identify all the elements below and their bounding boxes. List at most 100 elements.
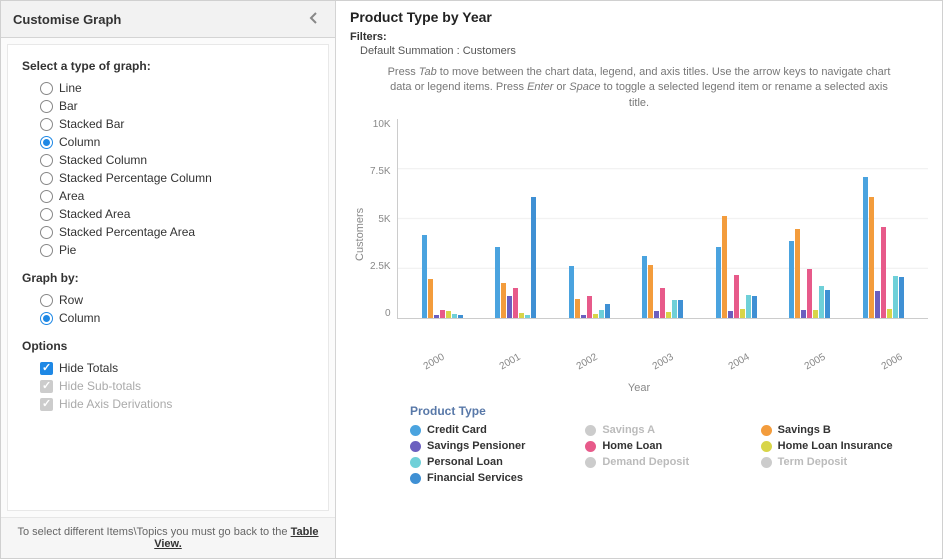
collapse-sidebar-button[interactable] [305,9,323,29]
bar[interactable] [605,304,610,318]
legend-title: Product Type [410,404,928,418]
bar[interactable] [801,310,806,318]
bar[interactable] [642,256,647,318]
graph-type-option-stacked-percentage-area[interactable]: Stacked Percentage Area [40,223,314,241]
bar[interactable] [740,309,745,318]
bar[interactable] [722,216,727,318]
bar[interactable] [746,295,751,318]
option-hide-totals[interactable]: Hide Totals [40,359,314,377]
legend-item-savings-a[interactable]: Savings A [585,424,752,436]
checkbox-label: Hide Axis Derivations [59,397,172,411]
bar[interactable] [660,288,665,318]
bar[interactable] [525,315,530,318]
graph-type-option-stacked-percentage-column[interactable]: Stacked Percentage Column [40,169,314,187]
bar[interactable] [599,310,604,318]
bar[interactable] [734,275,739,318]
bar[interactable] [813,310,818,318]
bar[interactable] [807,269,812,318]
x-axis: 2000200120022003200420052006 [350,349,928,368]
legend-label: Home Loan Insurance [778,440,893,452]
bar[interactable] [893,276,898,318]
option-hide-axis-derivations: Hide Axis Derivations [40,395,314,413]
bar[interactable] [446,311,451,318]
bar[interactable] [422,235,427,319]
bar[interactable] [863,177,868,318]
bar[interactable] [575,299,580,318]
plot-canvas[interactable] [397,119,928,319]
radio-icon [40,226,53,239]
bar[interactable] [428,279,433,318]
graph-type-option-stacked-area[interactable]: Stacked Area [40,205,314,223]
checkbox-icon [40,398,53,411]
radio-label: Line [59,81,82,95]
graph-by-option-row[interactable]: Row [40,291,314,309]
graph-type-option-line[interactable]: Line [40,79,314,97]
bar[interactable] [666,312,671,318]
bar[interactable] [507,296,512,318]
bar[interactable] [789,241,794,319]
radio-label: Column [59,135,100,149]
bar[interactable] [899,277,904,318]
sidebar-footer: To select different Items\Topics you mus… [1,517,335,558]
bar[interactable] [825,290,830,318]
bar[interactable] [434,315,439,318]
bar[interactable] [458,315,463,318]
bar[interactable] [495,247,500,319]
bar[interactable] [569,266,574,318]
legend-item-demand-deposit[interactable]: Demand Deposit [585,456,752,468]
legend-item-term-deposit[interactable]: Term Deposit [761,456,928,468]
radio-label: Stacked Area [59,207,130,221]
graph-type-option-stacked-bar[interactable]: Stacked Bar [40,115,314,133]
bar[interactable] [678,300,683,318]
bar[interactable] [531,197,536,318]
legend-item-savings-b[interactable]: Savings B [761,424,928,436]
x-axis-title[interactable]: Year [350,382,928,394]
legend-item-credit-card[interactable]: Credit Card [410,424,577,436]
graph-by-option-column[interactable]: Column [40,309,314,327]
bar[interactable] [875,291,880,318]
filters-label: Filters: [350,31,928,43]
radio-label: Stacked Bar [59,117,124,131]
legend-item-personal-loan[interactable]: Personal Loan [410,456,577,468]
bar[interactable] [519,313,524,318]
bar[interactable] [672,300,677,318]
legend-dot-icon [585,425,596,436]
legend-item-financial-services[interactable]: Financial Services [410,472,577,484]
graph-type-option-bar[interactable]: Bar [40,97,314,115]
legend-item-home-loan[interactable]: Home Loan [585,440,752,452]
bar[interactable] [887,309,892,318]
bar[interactable] [513,288,518,318]
graph-type-option-column[interactable]: Column [40,133,314,151]
y-tick: 2.5K [370,261,391,272]
bar[interactable] [593,314,598,318]
bar[interactable] [819,286,824,318]
bar[interactable] [501,283,506,318]
graph-by-label: Graph by: [22,271,314,285]
bar[interactable] [587,296,592,318]
graph-type-option-stacked-column[interactable]: Stacked Column [40,151,314,169]
y-axis-title[interactable]: Customers [350,119,370,349]
graph-type-option-pie[interactable]: Pie [40,241,314,259]
bar[interactable] [881,227,886,319]
radio-icon [40,100,53,113]
bar[interactable] [440,310,445,318]
chevron-left-icon [309,12,319,24]
checkbox-label: Hide Sub-totals [59,379,141,393]
sidebar-body: Select a type of graph: LineBarStacked B… [7,44,329,511]
legend-dot-icon [410,441,421,452]
bar[interactable] [752,296,757,318]
radio-label: Stacked Percentage Column [59,171,212,185]
bar[interactable] [728,311,733,318]
legend-item-home-loan-insurance[interactable]: Home Loan Insurance [761,440,928,452]
bar[interactable] [581,315,586,318]
graph-type-option-area[interactable]: Area [40,187,314,205]
bar[interactable] [648,265,653,318]
bar[interactable] [869,197,874,318]
bar[interactable] [452,314,457,318]
bar[interactable] [716,247,721,319]
bar[interactable] [654,311,659,318]
legend-item-savings-pensioner[interactable]: Savings Pensioner [410,440,577,452]
legend-grid: Credit Card Savings A Savings B Savings Pen… [410,424,928,484]
legend-label: Credit Card [427,424,487,436]
bar[interactable] [795,229,800,319]
